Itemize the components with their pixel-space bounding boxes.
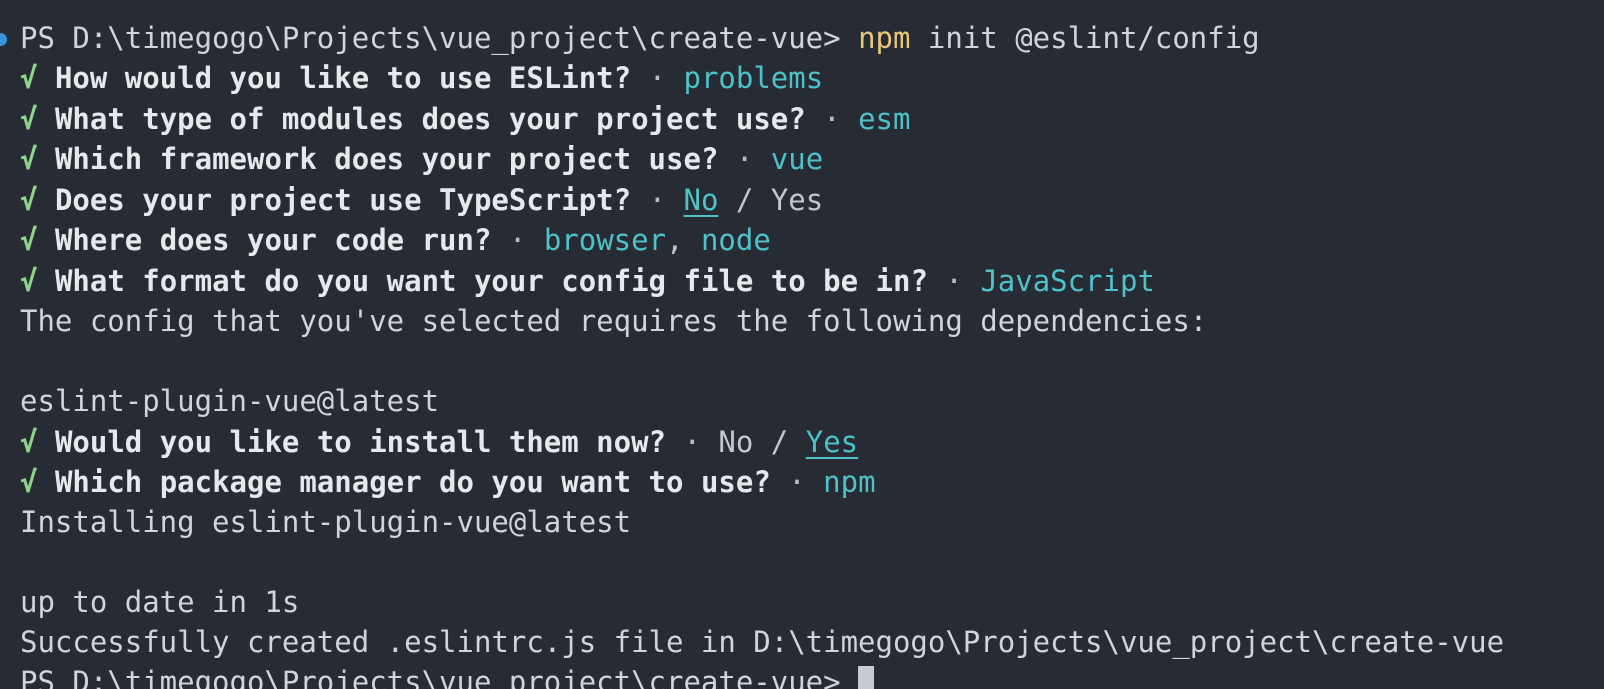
question-line-package-manager: √ Which package manager do you want to u…: [20, 462, 876, 503]
command-status-dot-icon[interactable]: [0, 33, 7, 46]
answer-text: esm: [858, 102, 911, 136]
separator: ·: [718, 142, 771, 176]
check-icon: √: [20, 223, 38, 257]
question-line-framework: √ Which framework does your project use?…: [20, 139, 823, 180]
question-text: What format do you want your config file…: [54, 264, 928, 298]
check-icon: √: [20, 142, 38, 176]
text-cursor: [858, 666, 875, 689]
answer-selected: No: [683, 183, 719, 217]
question-text: Which framework does your project use?: [54, 142, 719, 176]
question-text: Which package manager do you want to use…: [54, 465, 771, 499]
separator: ·: [631, 61, 684, 95]
dependency-name: eslint-plugin-vue@latest: [20, 384, 440, 418]
separator: ·: [666, 425, 719, 459]
answer-option: No: [718, 425, 754, 459]
answer-text: browser: [543, 223, 667, 257]
separator: ·: [491, 223, 544, 257]
separator: ·: [805, 102, 859, 136]
check-icon: √: [20, 183, 38, 217]
check-icon: √: [20, 425, 38, 459]
installing-message: Installing eslint-plugin-vue@latest: [20, 505, 632, 539]
question-line-modules: √ What type of modules does your project…: [20, 99, 910, 140]
answer-text-2: node: [700, 223, 771, 257]
success-message: Successfully created .eslintrc.js file i…: [20, 625, 1505, 659]
check-icon: √: [20, 465, 38, 499]
command-args: init @eslint/config: [910, 21, 1260, 55]
question-line-config-format: √ What format do you want your config fi…: [20, 261, 1155, 302]
terminal-window[interactable]: PS D:\timegogo\Projects\vue_project\crea…: [0, 0, 1604, 689]
separator: ·: [927, 264, 981, 298]
check-icon: √: [20, 61, 38, 95]
answer-slash: /: [753, 425, 806, 459]
answer-option: Yes: [770, 183, 824, 217]
check-icon: √: [20, 102, 38, 136]
answer-slash: /: [718, 183, 771, 217]
question-line-environment: √ Where does your code run? · browser, n…: [20, 220, 771, 261]
prompt-path: PS D:\timegogo\Projects\vue_project\crea…: [20, 21, 859, 55]
command-name: npm: [858, 21, 911, 55]
question-text: Where does your code run?: [54, 223, 492, 257]
question-text: How would you like to use ESLint?: [54, 61, 632, 95]
deps-message: The config that you've selected requires…: [20, 304, 1208, 338]
prompt-line: PS D:\timegogo\Projects\vue_project\crea…: [20, 18, 1260, 59]
answer-text: vue: [770, 142, 824, 176]
question-text: What type of modules does your project u…: [54, 102, 806, 136]
answer-text: JavaScript: [980, 264, 1155, 298]
question-line-usage: √ How would you like to use ESLint? · pr…: [20, 58, 823, 99]
separator: ·: [770, 465, 824, 499]
question-line-install: √ Would you like to install them now? · …: [20, 422, 858, 463]
prompt-path: PS D:\timegogo\Projects\vue_project\crea…: [20, 665, 859, 689]
next-prompt-line[interactable]: PS D:\timegogo\Projects\vue_project\crea…: [20, 662, 875, 689]
answer-text: npm: [823, 465, 876, 499]
question-text: Would you like to install them now?: [54, 425, 667, 459]
question-line-typescript: √ Does your project use TypeScript? · No…: [20, 180, 823, 221]
answer-text: problems: [683, 61, 824, 95]
question-text: Does your project use TypeScript?: [54, 183, 632, 217]
separator: ·: [631, 183, 684, 217]
up-to-date-message: up to date in 1s: [20, 585, 300, 619]
check-icon: √: [20, 264, 38, 298]
answer-selected: Yes: [805, 425, 859, 459]
answer-comma: ,: [666, 223, 701, 257]
